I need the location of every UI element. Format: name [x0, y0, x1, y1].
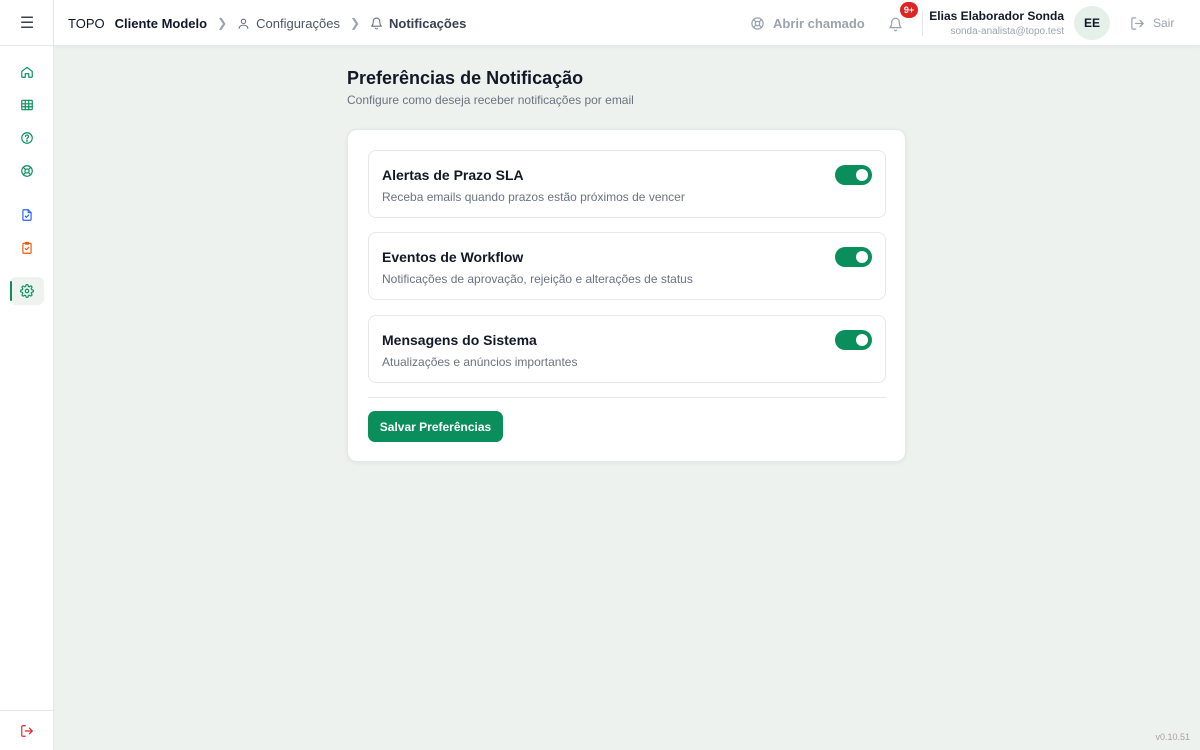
breadcrumb-settings-label: Configurações	[256, 15, 340, 31]
lifebuoy-icon	[21, 165, 33, 177]
user-icon	[238, 18, 249, 29]
notification-count-badge: 9+	[900, 2, 918, 18]
preference-title: Mensagens do Sistema	[382, 332, 537, 348]
system-messages-toggle[interactable]	[835, 330, 872, 350]
preference-description: Notificações de aprovação, rejeição e al…	[382, 272, 693, 286]
avatar[interactable]: EE	[1074, 6, 1110, 40]
header-divider	[922, 10, 923, 36]
preference-title: Alertas de Prazo SLA	[382, 167, 524, 183]
client-name[interactable]: Cliente Modelo	[115, 16, 207, 31]
preferences-card: Alertas de Prazo SLA Receba emails quand…	[347, 129, 906, 462]
bell-icon	[371, 17, 382, 29]
home-icon	[21, 66, 33, 78]
sidebar-logout-button[interactable]	[0, 710, 54, 750]
save-preferences-button[interactable]: Salvar Preferências	[368, 411, 503, 442]
preference-description: Atualizações e anúncios importantes	[382, 355, 578, 369]
preference-title: Eventos de Workflow	[382, 249, 524, 265]
hamburger-icon: ☰	[19, 14, 35, 32]
top-header: TOPO Cliente Modelo ❯ Configurações ❯ No…	[54, 0, 1200, 46]
logout-label: Sair	[1153, 16, 1175, 30]
sidebar-item-table[interactable]	[10, 91, 44, 119]
sidebar-item-documents[interactable]	[10, 201, 44, 229]
logout-icon	[1131, 16, 1144, 30]
sidebar-item-tasks[interactable]	[10, 234, 44, 262]
file-check-icon	[22, 209, 32, 221]
open-ticket-label: Abrir chamado	[773, 15, 865, 31]
chevron-right-icon: ❯	[349, 16, 361, 30]
breadcrumb-notifications-label: Notificações	[389, 15, 467, 31]
preference-description: Receba emails quando prazos estão próxim…	[382, 190, 685, 204]
clipboard-check-icon	[22, 241, 32, 254]
breadcrumb-notifications: Notificações	[370, 16, 466, 31]
page-title: Preferências de Notificação	[347, 68, 584, 88]
preference-system-messages: Mensagens do Sistema Atualizações e anún…	[368, 315, 886, 383]
sidebar-item-help[interactable]	[10, 124, 44, 152]
chevron-right-icon: ❯	[217, 16, 228, 30]
user-email: sonda-analista@topo.test	[950, 26, 1064, 37]
breadcrumb: TOPO Cliente Modelo ❯ Configurações ❯ No…	[68, 0, 466, 46]
breadcrumb-settings[interactable]: Configurações	[237, 16, 340, 31]
menu-toggle-button[interactable]: ☰	[0, 0, 54, 46]
logout-button[interactable]: Sair	[1130, 0, 1174, 46]
app-version: v0.10.51	[1155, 732, 1190, 742]
bell-icon	[888, 17, 902, 31]
logout-icon	[21, 724, 33, 737]
user-name: Elias Elaborador Sonda	[929, 9, 1064, 23]
brand-label[interactable]: TOPO	[68, 16, 105, 31]
sidebar-item-support[interactable]	[10, 157, 44, 185]
sidebar: ☰	[0, 0, 54, 750]
preference-sla-alerts: Alertas de Prazo SLA Receba emails quand…	[368, 150, 886, 218]
sidebar-item-settings[interactable]	[10, 277, 44, 305]
lifebuoy-icon	[751, 16, 764, 30]
help-circle-icon	[21, 132, 33, 144]
card-divider	[368, 397, 886, 398]
workflow-events-toggle[interactable]	[835, 247, 872, 267]
preference-workflow-events: Eventos de Workflow Notificações de apro…	[368, 232, 886, 300]
sidebar-item-home[interactable]	[10, 58, 44, 86]
sla-alerts-toggle[interactable]	[835, 165, 872, 185]
table-icon	[21, 99, 33, 111]
page-subtitle: Configure como deseja receber notificaçõ…	[347, 93, 634, 107]
open-ticket-button[interactable]: Abrir chamado	[750, 0, 865, 46]
gear-icon	[20, 284, 34, 298]
